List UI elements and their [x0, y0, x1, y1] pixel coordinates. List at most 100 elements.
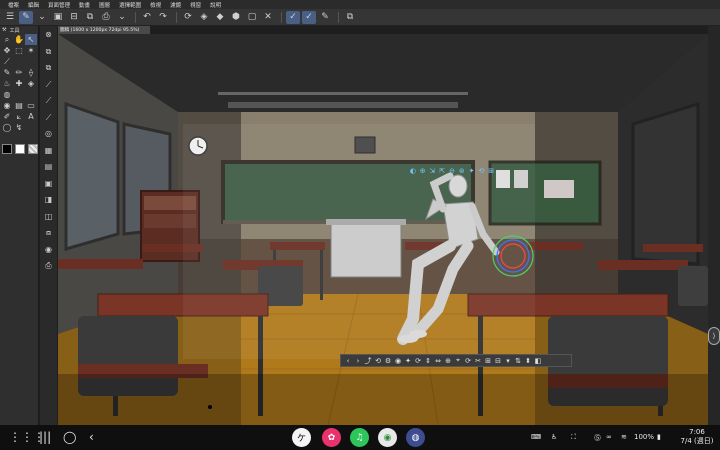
launcher-button-icon[interactable]: ⊞: [484, 357, 492, 365]
launcher-button-icon[interactable]: ⌖: [454, 356, 462, 365]
sub-color-swatch[interactable]: [15, 144, 25, 154]
selection-icon[interactable]: ⬚: [13, 45, 25, 56]
menu-item[interactable]: 動畫: [79, 1, 90, 9]
main-color-swatch[interactable]: [2, 144, 12, 154]
menu-item[interactable]: 說明: [210, 1, 221, 9]
menu-item[interactable]: 視窗: [190, 1, 201, 9]
menu-icon[interactable]: ☰: [3, 11, 17, 24]
launcher-button-icon[interactable]: ‹: [344, 357, 352, 365]
frame-border-icon[interactable]: ▭: [25, 100, 37, 111]
app-blossom-icon[interactable]: ✿: [322, 428, 341, 447]
launcher-button-icon[interactable]: ▾: [504, 357, 512, 365]
panel-icon[interactable]: ▣: [45, 178, 53, 189]
launcher-button-icon[interactable]: ⟳: [464, 357, 472, 365]
export-icon[interactable]: ⧉: [343, 11, 357, 24]
decoration-icon[interactable]: ✚: [13, 78, 25, 89]
launcher-button-icon[interactable]: ◉: [394, 357, 402, 365]
correct-line-icon[interactable]: ↯: [13, 122, 25, 133]
ruler-icon[interactable]: ⟀: [13, 111, 25, 122]
redo-icon[interactable]: ↷: [156, 11, 170, 24]
fill-icon[interactable]: ◈: [197, 11, 211, 24]
manipulator-button-icon[interactable]: ⟲: [477, 167, 485, 177]
move-layer-icon[interactable]: ↖: [25, 34, 37, 45]
recent-apps-icon[interactable]: |||: [39, 430, 51, 444]
manipulator-button-icon[interactable]: ⇱: [438, 167, 446, 177]
app-music-icon[interactable]: ♫: [350, 428, 369, 447]
pen-icon[interactable]: ✎: [19, 10, 33, 24]
canvas-tab[interactable]: 圖稿 (1600 x 1200px 72dpi 95.5%): [58, 26, 150, 34]
panel-icon[interactable]: ⧈: [46, 227, 51, 238]
panel-icon[interactable]: ◫: [45, 211, 53, 222]
layers-icon[interactable]: ⧉: [83, 11, 97, 24]
panel-icon[interactable]: ▤: [45, 161, 53, 172]
launcher-button-icon[interactable]: ⇅: [514, 357, 522, 365]
launcher-button-icon[interactable]: ⇔: [434, 357, 442, 365]
app-galaxy-icon[interactable]: ◍: [406, 428, 425, 447]
launcher-button-icon[interactable]: ⊕: [444, 357, 452, 365]
pen-check-icon[interactable]: ✓: [286, 10, 300, 24]
manipulator-button-icon[interactable]: ⊞: [487, 167, 495, 177]
manipulator-button-icon[interactable]: ✦: [468, 167, 476, 177]
menu-item[interactable]: 圖層: [99, 1, 110, 9]
frame-icon[interactable]: ▢: [245, 11, 259, 24]
magic-wand-icon[interactable]: ✶: [25, 45, 37, 56]
launcher-button-icon[interactable]: ⇕: [424, 357, 432, 365]
circle-target-icon[interactable]: ◎: [45, 128, 52, 139]
camera-icon[interactable]: ⎙: [45, 260, 51, 271]
balloon-icon[interactable]: ◯: [1, 122, 13, 133]
eraser-icon[interactable]: ◆: [213, 11, 227, 24]
launcher-button-icon[interactable]: ⟳: [414, 357, 422, 365]
manipulator-button-icon[interactable]: ⇲: [429, 167, 437, 177]
keyboard-icon[interactable]: ⌨: [531, 433, 541, 441]
manipulator-button-icon[interactable]: ⊕: [419, 167, 427, 177]
rotate-icon[interactable]: ⟳: [181, 11, 195, 24]
menu-item[interactable]: 選擇範圍: [119, 1, 141, 9]
layer-copy-icon[interactable]: ⧉: [46, 62, 52, 73]
launcher-button-icon[interactable]: ⊟: [494, 357, 502, 365]
launcher-button-icon[interactable]: ›: [354, 357, 362, 365]
gradient-icon[interactable]: ▤: [13, 100, 25, 111]
text-icon[interactable]: A: [25, 111, 37, 122]
screenshot-icon[interactable]: ⛶: [571, 433, 576, 442]
pencil-icon[interactable]: ✏: [13, 67, 25, 78]
pen-edit-icon[interactable]: ✎: [318, 11, 332, 24]
panel-icon[interactable]: ◨: [45, 194, 53, 205]
pen-icon[interactable]: ✎: [1, 67, 13, 78]
app-chrome-icon[interactable]: ◉: [378, 428, 397, 447]
eraser-icon[interactable]: ◈: [25, 78, 37, 89]
launcher-button-icon[interactable]: ✦: [404, 357, 412, 365]
undo-icon[interactable]: ↶: [140, 11, 154, 24]
line-icon[interactable]: ⟋: [46, 95, 52, 106]
magnifier-icon[interactable]: ⌕: [1, 34, 13, 45]
launcher-button-icon[interactable]: ⤴: [364, 356, 372, 366]
menu-item[interactable]: 檔案: [8, 1, 19, 9]
shape-icon[interactable]: ⬢: [229, 11, 243, 24]
layer-move-icon[interactable]: ⧉: [46, 46, 52, 57]
menu-item[interactable]: 頁面管理: [48, 1, 70, 9]
manipulator-button-icon[interactable]: ◐: [409, 167, 417, 177]
line-icon[interactable]: ⟋: [46, 79, 52, 90]
chevron-down-icon[interactable]: ⌄: [35, 11, 49, 24]
launcher-button-icon[interactable]: ⟲: [374, 357, 382, 365]
gallery-icon[interactable]: ▣: [51, 11, 65, 24]
menu-item[interactable]: 編輯: [28, 1, 39, 9]
manipulator-button-icon[interactable]: ⊛: [458, 167, 466, 177]
panel-icon[interactable]: ◉: [45, 244, 52, 255]
grid-icon[interactable]: ▦: [45, 145, 53, 156]
print-icon[interactable]: ⎙: [99, 11, 113, 24]
transparent-color-swatch[interactable]: [28, 144, 38, 154]
manipulator-button-icon[interactable]: ⊖: [448, 167, 456, 177]
menu-item[interactable]: 濾鏡: [170, 1, 181, 9]
menu-item[interactable]: 檢視: [150, 1, 161, 9]
chevron-down-icon[interactable]: ⌄: [115, 11, 129, 24]
accessibility-icon[interactable]: ♿: [551, 433, 557, 441]
panel-toggle-handle[interactable]: ⟩: [708, 327, 720, 345]
hand-icon[interactable]: ✋: [13, 34, 25, 45]
crosshair-icon[interactable]: ⊗: [45, 29, 52, 40]
split-icon[interactable]: ⊟: [67, 11, 81, 24]
eyedropper-icon[interactable]: ⟋: [1, 56, 13, 67]
figure-icon[interactable]: ✐: [1, 111, 13, 122]
launcher-button-icon[interactable]: ✂: [474, 357, 482, 365]
airbrush-icon[interactable]: ♨: [1, 78, 13, 89]
fill-icon[interactable]: ◉: [1, 100, 13, 111]
